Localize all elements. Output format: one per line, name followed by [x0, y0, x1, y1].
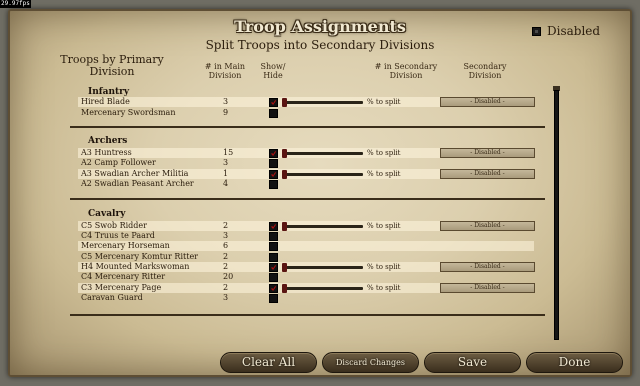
split-slider[interactable]	[282, 149, 363, 158]
show-hide-checkbox[interactable]	[269, 170, 278, 179]
secondary-division-dropdown[interactable]: - Disabled -	[440, 283, 535, 293]
troop-count: 2	[223, 221, 229, 230]
split-percent-label: % to split	[367, 149, 401, 157]
show-hide-checkbox[interactable]	[269, 222, 278, 231]
group-infantry-heading: Infantry	[88, 87, 130, 97]
save-button[interactable]: Save	[424, 352, 521, 373]
troop-count: 4	[223, 179, 229, 188]
secondary-division-dropdown[interactable]: - Disabled -	[440, 262, 535, 272]
troop-row: Hired Blade 3 % to split - Disabled -	[78, 97, 535, 107]
troop-name: A3 Swadian Archer Militia	[81, 169, 189, 178]
split-slider[interactable]	[282, 98, 363, 107]
split-slider[interactable]	[282, 263, 363, 272]
clear-all-button[interactable]: Clear All	[220, 352, 317, 373]
group-divider	[70, 314, 545, 316]
disabled-checkbox[interactable]	[532, 27, 541, 36]
troop-row: C5 Swob Ridder 2 % to split - Disabled -	[78, 221, 535, 231]
troop-row: H4 Mounted Markswoman 2 % to split - Dis…	[78, 262, 535, 272]
header-secondary-count: # in Secondary Division	[374, 62, 438, 80]
troop-count: 2	[223, 283, 229, 292]
troop-row: A3 Swadian Archer Militia 1 % to split -…	[78, 169, 535, 179]
group-divider	[70, 126, 545, 128]
show-hide-checkbox[interactable]	[269, 294, 278, 303]
show-hide-checkbox[interactable]	[269, 159, 278, 168]
show-hide-checkbox[interactable]	[269, 253, 278, 262]
troop-row: Mercenary Horseman 6	[78, 241, 534, 251]
page-subtitle: Split Troops into Secondary Divisions	[205, 38, 435, 52]
troop-count: 2	[223, 252, 229, 261]
header-troops-by-division: Troops by Primary Division	[60, 53, 164, 78]
done-button[interactable]: Done	[526, 352, 623, 373]
troop-row: C4 Truus te Paard 3	[78, 231, 534, 241]
troop-row: A2 Swadian Peasant Archer 4	[78, 179, 534, 189]
split-slider[interactable]	[282, 170, 363, 179]
troop-count: 3	[223, 293, 229, 302]
fps-counter: 29.97fps	[0, 0, 31, 8]
split-slider[interactable]	[282, 222, 363, 231]
secondary-division-dropdown[interactable]: - Disabled -	[440, 221, 535, 231]
show-hide-checkbox[interactable]	[269, 263, 278, 272]
secondary-division-dropdown[interactable]: - Disabled -	[440, 148, 535, 158]
troop-count: 3	[223, 97, 229, 106]
split-percent-label: % to split	[367, 170, 401, 178]
troop-name: Mercenary Swordsman	[81, 108, 176, 117]
troop-name: Hired Blade	[81, 97, 130, 106]
troop-name: C4 Truus te Paard	[81, 231, 155, 240]
header-secondary-division: Secondary Division	[463, 62, 507, 80]
troop-count: 9	[223, 108, 229, 117]
split-slider[interactable]	[282, 284, 363, 293]
disabled-label: Disabled	[547, 24, 601, 38]
troop-count: 1	[223, 169, 229, 178]
show-hide-checkbox[interactable]	[269, 284, 278, 293]
show-hide-checkbox[interactable]	[269, 232, 278, 241]
troop-name: C5 Swob Ridder	[81, 221, 147, 230]
troop-name: A2 Camp Follower	[81, 158, 156, 167]
troop-row: A3 Huntress 15 % to split - Disabled -	[78, 148, 535, 158]
troop-name: C3 Mercenary Page	[81, 283, 162, 292]
secondary-division-dropdown[interactable]: - Disabled -	[440, 169, 535, 179]
troop-row: C4 Mercenary Ritter 20	[78, 272, 534, 282]
group-cavalry-heading: Cavalry	[88, 209, 126, 219]
show-hide-checkbox[interactable]	[269, 149, 278, 158]
scrollbar[interactable]	[554, 90, 559, 340]
split-percent-label: % to split	[367, 222, 401, 230]
troop-row: A2 Camp Follower 3	[78, 158, 534, 168]
page-title: Troop Assignments	[234, 17, 406, 36]
troop-count: 20	[223, 272, 234, 281]
split-percent-label: % to split	[367, 263, 401, 271]
show-hide-checkbox[interactable]	[269, 109, 278, 118]
troop-name: Mercenary Horseman	[81, 241, 170, 250]
troop-count: 3	[223, 231, 229, 240]
show-hide-checkbox[interactable]	[269, 180, 278, 189]
split-percent-label: % to split	[367, 284, 401, 292]
troop-row: Caravan Guard 3	[78, 293, 534, 303]
troop-name: Caravan Guard	[81, 293, 143, 302]
troop-count: 6	[223, 241, 229, 250]
show-hide-checkbox[interactable]	[269, 242, 278, 251]
show-hide-checkbox[interactable]	[269, 98, 278, 107]
troop-row: C5 Mercenary Komtur Ritter 2	[78, 252, 534, 262]
troop-name: C5 Mercenary Komtur Ritter	[81, 252, 198, 261]
troop-name: A3 Huntress	[81, 148, 132, 157]
group-archers-heading: Archers	[88, 136, 128, 146]
troop-name: C4 Mercenary Ritter	[81, 272, 166, 281]
header-show-hide: Show/ Hide	[260, 62, 286, 80]
split-percent-label: % to split	[367, 98, 401, 106]
discard-changes-button[interactable]: Discard Changes	[322, 352, 419, 373]
troop-count: 3	[223, 158, 229, 167]
secondary-division-dropdown[interactable]: - Disabled -	[440, 97, 535, 107]
troop-row: Mercenary Swordsman 9	[78, 108, 534, 118]
troop-count: 2	[223, 262, 229, 271]
troop-name: A2 Swadian Peasant Archer	[81, 179, 194, 188]
show-hide-checkbox[interactable]	[269, 273, 278, 282]
header-main-count: # in Main Division	[204, 62, 246, 80]
troop-row: C3 Mercenary Page 2 % to split - Disable…	[78, 283, 535, 293]
troop-name: H4 Mounted Markswoman	[81, 262, 190, 271]
troop-count: 15	[223, 148, 234, 157]
group-divider	[70, 198, 545, 200]
